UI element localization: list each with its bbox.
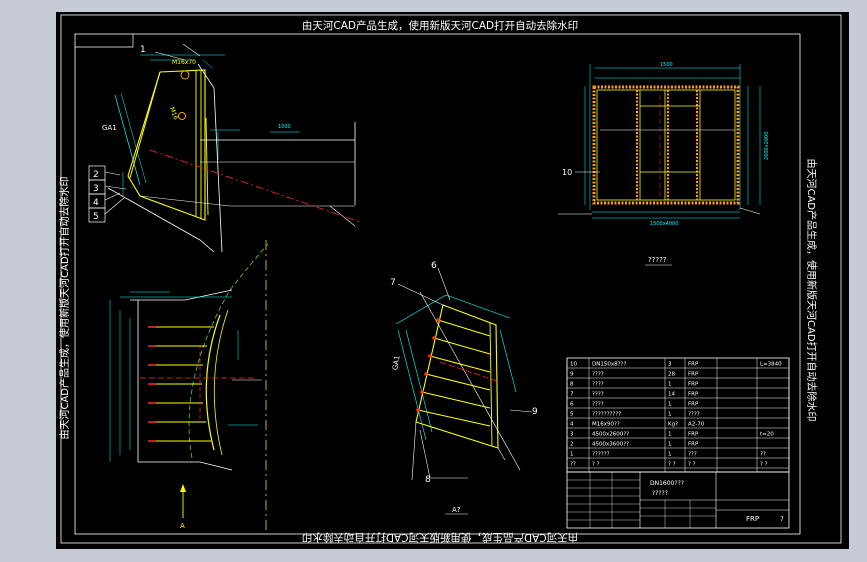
parts-cell-no: 7 [570,392,574,398]
parts-cell-no: 4 [570,422,574,428]
parts-cell-qty: 28 [668,372,675,378]
parts-cell-code: ???? [592,372,604,378]
callout-4: 4 [93,198,99,208]
parts-cell-note: ?? [760,452,766,458]
parts-cell-no: 10 [570,362,577,368]
parts-cell-code: 4500x2600?? [592,432,629,438]
view-label: ????? [648,256,667,264]
parts-header-code: ? ? [592,462,600,468]
parts-cell-qty: 1 [668,412,672,418]
parts-cell-mat: FRP [688,442,699,448]
cad-viewport: 由天河CAD产品生成，使用新版天河CAD打开自动去除水印 由天河CAD产品生成，… [0,0,867,562]
callout-3: 3 [93,184,99,194]
callout-6: 6 [431,261,437,271]
watermark-right: 由天河CAD产品生成，使用新版天河CAD打开自动去除水印 [805,158,818,421]
parts-cell-qty: 1 [668,442,672,448]
parts-cell-code: DN150x8??? [592,362,626,368]
parts-cell-no: 6 [570,402,574,408]
parts-cell-no: 9 [570,372,574,378]
callout-1: 1 [140,45,146,55]
parts-cell-mat: FRP [688,362,699,368]
parts-header-no: ?? [570,462,576,468]
parts-cell-mat: FRP [688,372,699,378]
parts-cell-mat: FRP [688,382,699,388]
parts-cell-no: 5 [570,412,574,418]
section-a-label: A [180,522,185,530]
section-a2-label: A? [452,506,461,514]
watermark-bottom: 由天河CAD产品生成，使用新版天河CAD打开自动去除水印 [302,531,578,544]
title-name: ????? [652,490,668,497]
parts-cell-qty: 1 [668,432,672,438]
callout-7: 7 [390,278,396,288]
parts-cell-qty: 1 [668,382,672,388]
model-space [56,12,849,549]
title-material: FRP [746,515,759,523]
parts-cell-mat: FRP [688,402,699,408]
parts-header-note: ? ? [760,462,768,468]
parts-cell-no: 8 [570,382,574,388]
parts-cell-code: ???? [592,382,604,388]
parts-cell-qty: 14 [668,392,675,398]
parts-cell-mat: FRP [688,432,699,438]
dim-label-top: 1000 [278,124,291,130]
parts-cell-mat: ???? [688,412,700,418]
parts-cell-code: M16x90?? [592,422,620,428]
parts-header-qty: ? ? [668,462,676,468]
callout-2: 2 [93,170,99,180]
watermark-top: 由天河CAD产品生成，使用新版天河CAD打开自动去除水印 [302,19,578,32]
parts-cell-no: 3 [570,432,574,438]
cad-drawing-canvas[interactable]: 由天河CAD产品生成，使用新版天河CAD打开自动去除水印 由天河CAD产品生成，… [0,0,867,562]
parts-cell-mat: A2-70 [688,422,705,428]
parts-cell-qty: Kg? [668,422,678,428]
dim-height: 2000x2000 [764,132,770,160]
parts-header-mat: ? ? [688,462,696,468]
parts-cell-qty: 3 [668,362,672,368]
parts-cell-no: 1 [570,452,574,458]
parts-cell-note: L=3840 [760,362,782,368]
watermark-left: 由天河CAD产品生成，使用新版天河CAD打开自动去除水印 [58,176,71,439]
gauge-label-1: GA1 [102,124,117,132]
parts-cell-code: ???? [592,392,604,398]
title-drawing-no: DN1600??? [650,480,684,487]
callout-8: 8 [425,475,431,485]
parts-cell-note: t=20 [760,432,774,438]
title-sheet: 7 [780,516,784,523]
parts-cell-mat: ??? [688,452,697,458]
dim-width-top: 1500 [660,62,673,68]
callout-5: 5 [93,212,99,222]
parts-cell-code: ?????????? [592,412,621,418]
parts-cell-qty: 1 [668,452,672,458]
parts-cell-code: ?????? [592,452,610,458]
parts-cell-qty: 1 [668,402,672,408]
parts-cell-mat: FRP [688,392,699,398]
callout-10: 10 [562,168,572,177]
parts-cell-code: ???? [592,402,604,408]
callout-9: 9 [532,407,538,417]
parts-cell-no: 2 [570,442,574,448]
dim-width-bottom: 1500x4000 [650,221,678,227]
parts-cell-code: 4500x3600?? [592,442,629,448]
